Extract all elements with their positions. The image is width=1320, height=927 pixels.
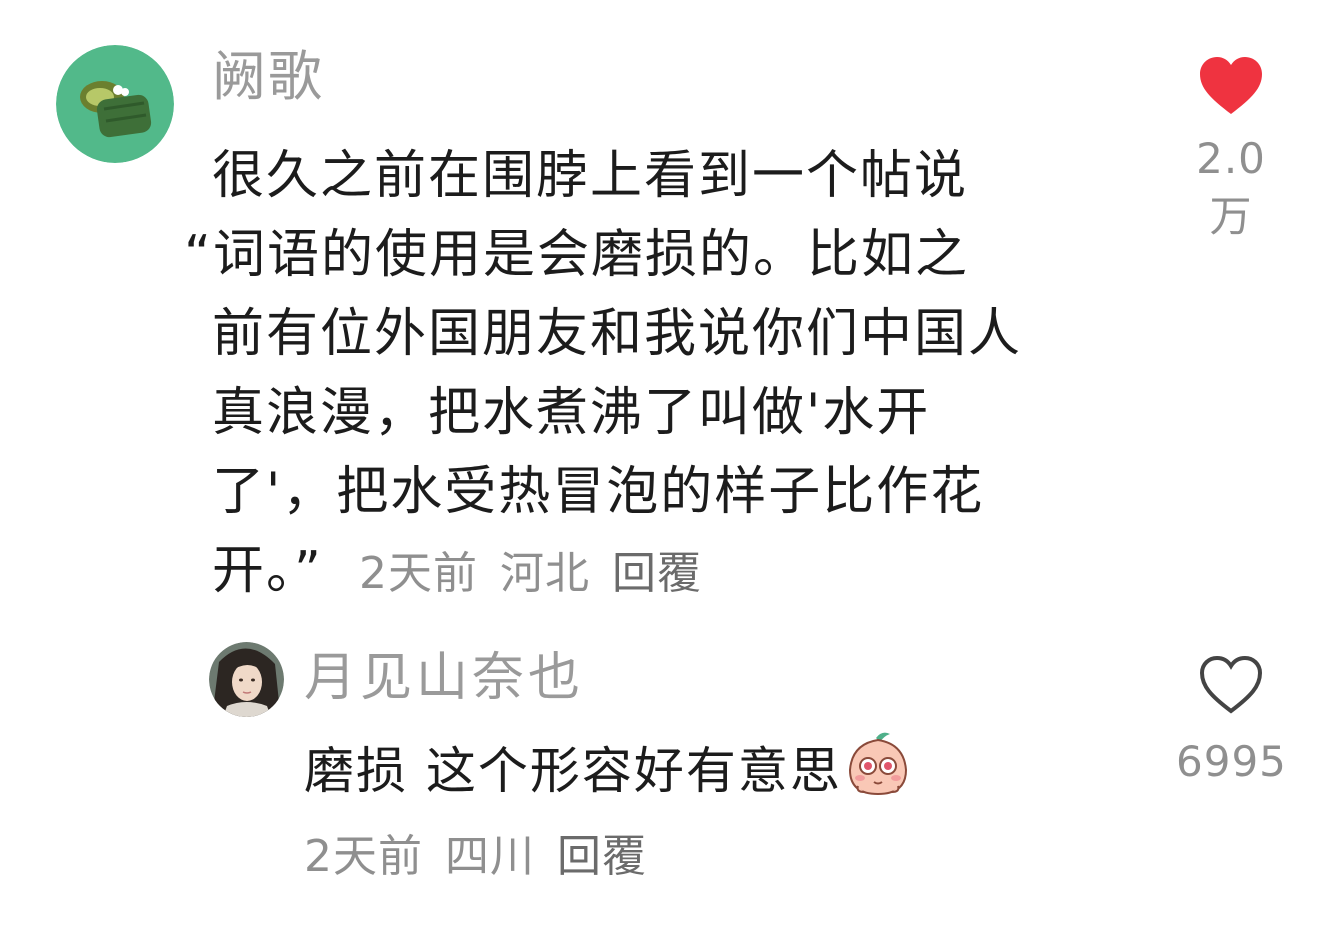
comment-line: 开。”	[212, 541, 323, 601]
reply-text: 磨损 这个形容好有意思	[304, 742, 842, 800]
reply-meta: 2天前 四川 回覆	[304, 820, 669, 884]
comment-line: 真浪漫，把水煮沸了叫做'水开	[212, 383, 931, 443]
comment-line: 很久之前在围脖上看到一个帖说	[212, 146, 969, 206]
comment-thread: 阙歌 很久之前在围脖上看到一个帖说 “词语的使用是会磨损的。比如之 前有位外国朋…	[0, 0, 1320, 927]
reply-like-button[interactable]: 6995	[1176, 655, 1286, 786]
comment-body: 很久之前在围脖上看到一个帖说 “词语的使用是会磨损的。比如之 前有位外国朋友和我…	[184, 137, 1023, 613]
comment-meta: 2天前 河北 回覆	[359, 548, 724, 599]
peach-eyes-emoji	[848, 732, 907, 796]
comment-last-line: 开。” 2天前 河北 回覆	[212, 532, 1022, 613]
reply-location: 四川	[445, 831, 535, 882]
comment-line: 前有位外国朋友和我说你们中国人	[212, 304, 1023, 364]
heart-outline-icon	[1199, 655, 1263, 714]
heart-filled-icon	[1200, 57, 1262, 114]
comment-time: 2天前	[358, 548, 478, 599]
reply-body: 磨损 这个形容好有意思	[304, 730, 910, 806]
avatar[interactable]	[56, 45, 174, 163]
comment-reply-button[interactable]: 回覆	[612, 548, 702, 599]
comment-like-count: 2.0万	[1196, 134, 1266, 241]
reply-like-count: 6995	[1176, 737, 1287, 786]
comment-line: “词语的使用是会磨损的。比如之	[184, 225, 969, 285]
reply-avatar[interactable]	[209, 642, 284, 717]
reply-username[interactable]: 月见山奈也	[304, 652, 584, 704]
comment-location: 河北	[499, 548, 590, 599]
comment-line: 了'，把水受热冒泡的样子比作花	[212, 462, 985, 522]
avatar-image	[209, 642, 284, 717]
comment-username[interactable]: 阙歌	[212, 50, 324, 104]
comment-like-button[interactable]: 2.0万	[1176, 56, 1286, 244]
reply-time: 2天前	[304, 831, 423, 882]
avatar-image	[56, 45, 174, 163]
reply-reply-button[interactable]: 回覆	[557, 831, 647, 882]
